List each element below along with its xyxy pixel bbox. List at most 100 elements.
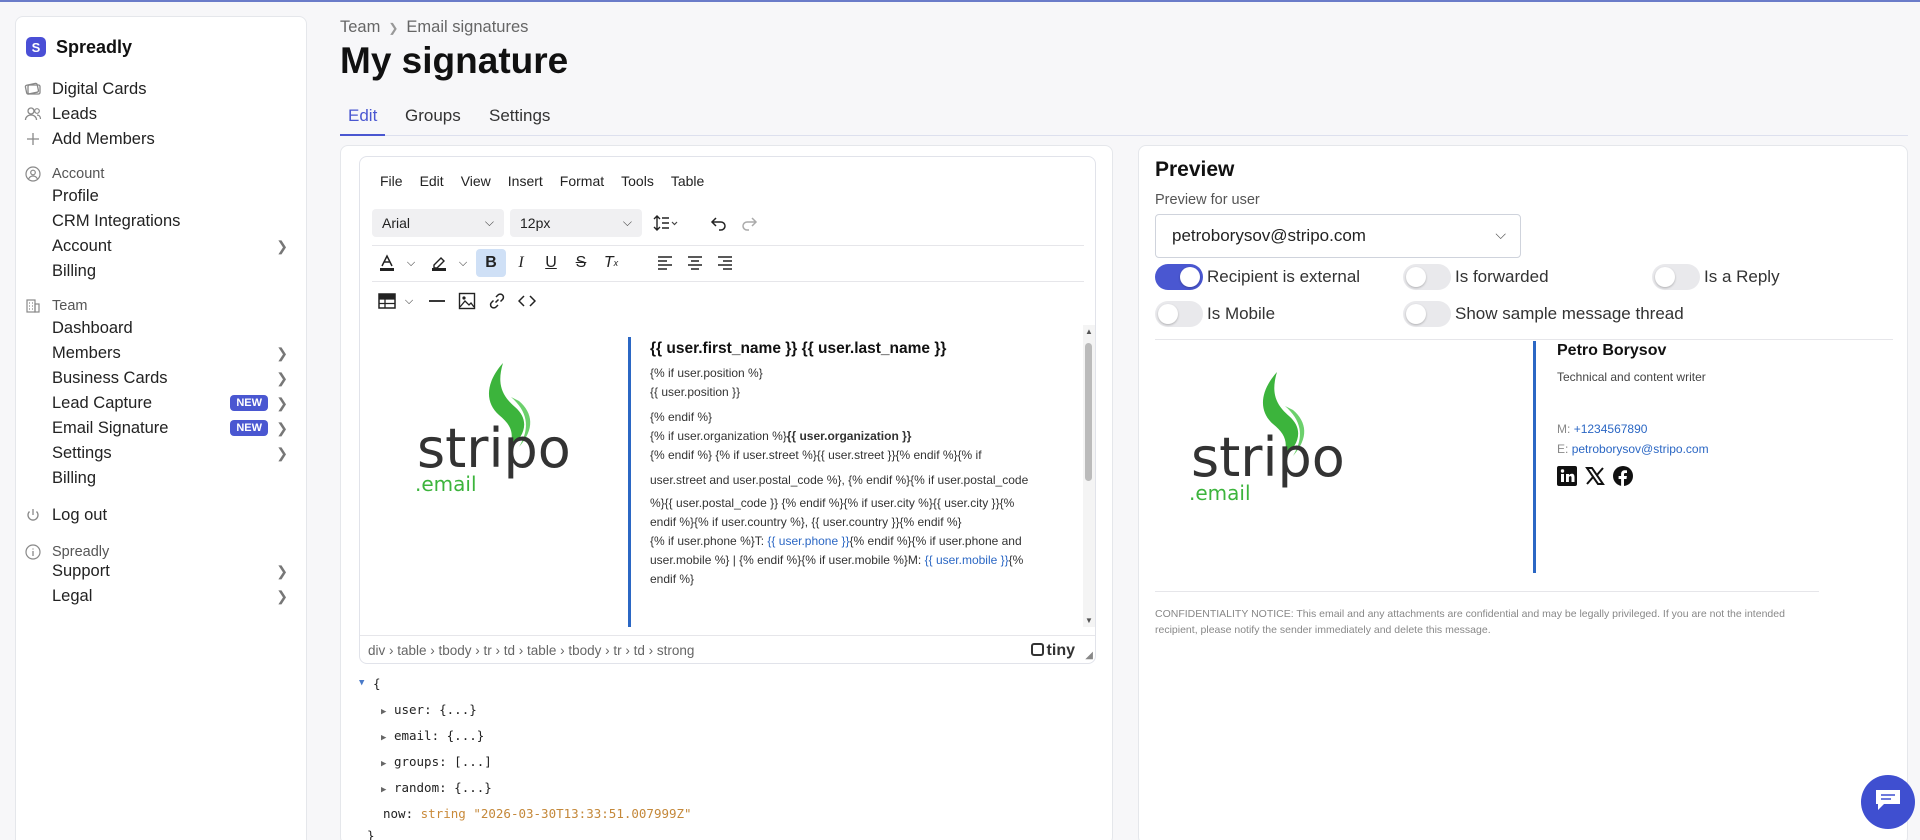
sidebar-item-profile[interactable]: Profile: [16, 182, 306, 210]
expand-triangle-icon[interactable]: ▶: [381, 785, 386, 795]
sidebar-item-legal[interactable]: Legal ❯: [16, 582, 306, 610]
menu-format[interactable]: Format: [560, 173, 604, 189]
sidebar-item-email-signature[interactable]: Email Signature NEW ❯: [16, 414, 306, 442]
mobile-label: M:: [1557, 422, 1571, 436]
template-link[interactable]: {{ user.mobile }}: [925, 553, 1009, 567]
expand-triangle-icon[interactable]: ▶: [381, 759, 386, 769]
sidebar-item-support[interactable]: Support ❯: [16, 557, 306, 585]
collapse-triangle-icon[interactable]: ▼: [359, 678, 364, 688]
italic-icon[interactable]: I: [506, 249, 536, 277]
chevron-right-icon: ❯: [276, 419, 288, 436]
sidebar-item-business-cards[interactable]: Business Cards ❯: [16, 364, 306, 392]
toggle-switch[interactable]: [1155, 264, 1203, 290]
tab-edit[interactable]: Edit: [340, 106, 386, 136]
preview-user-select[interactable]: petroborysov@stripo.com ⌵: [1155, 214, 1521, 258]
bold-icon[interactable]: B: [476, 249, 506, 277]
menu-table[interactable]: Table: [671, 173, 704, 189]
undo-icon[interactable]: [704, 209, 734, 237]
underline-icon[interactable]: U: [536, 249, 566, 277]
table-icon[interactable]: [372, 287, 402, 315]
toggle-switch[interactable]: [1652, 264, 1700, 290]
chevron-down-icon[interactable]: ⌵: [402, 249, 420, 277]
signature-divider: [1533, 341, 1536, 573]
menu-edit[interactable]: Edit: [420, 173, 444, 189]
scroll-down-icon[interactable]: ▼: [1085, 616, 1093, 625]
sidebar-item-account[interactable]: Account ❯: [16, 232, 306, 260]
text-color-icon[interactable]: [372, 249, 402, 277]
sidebar-item-crm-integrations[interactable]: CRM Integrations: [16, 207, 306, 235]
align-right-icon[interactable]: [710, 249, 740, 277]
menu-tools[interactable]: Tools: [621, 173, 654, 189]
element-path[interactable]: div › table › tbody › tr › td › table › …: [368, 643, 694, 658]
toggle-show-thread[interactable]: Show sample message thread: [1403, 301, 1684, 327]
editor-scrollbar[interactable]: ▲ ▼: [1083, 325, 1095, 627]
link-icon[interactable]: [482, 287, 512, 315]
scrollbar-thumb[interactable]: [1085, 343, 1092, 481]
chat-support-button[interactable]: [1861, 775, 1915, 829]
signature-template: {{ user.first_name }} {{ user.last_name …: [650, 339, 1070, 589]
sidebar-item-add-members[interactable]: Add Members: [16, 125, 306, 153]
align-center-icon[interactable]: [680, 249, 710, 277]
menu-view[interactable]: View: [461, 173, 491, 189]
image-icon[interactable]: [452, 287, 482, 315]
sidebar-item-dashboard[interactable]: Dashboard: [16, 314, 306, 342]
json-row-email[interactable]: ▶ email: {...}: [381, 728, 484, 743]
redo-icon[interactable]: [734, 209, 764, 237]
toggle-switch[interactable]: [1403, 301, 1451, 327]
power-icon: [24, 506, 42, 524]
toggle-is-mobile[interactable]: Is Mobile: [1155, 301, 1275, 327]
toggle-switch[interactable]: [1155, 301, 1203, 327]
toggle-is-reply[interactable]: Is a Reply: [1652, 264, 1780, 290]
toggle-is-forwarded[interactable]: Is forwarded: [1403, 264, 1549, 290]
horizontal-line-icon[interactable]: [422, 287, 452, 315]
align-left-icon[interactable]: [650, 249, 680, 277]
json-row-random[interactable]: ▶ random: {...}: [381, 780, 492, 795]
sidebar-item-billing[interactable]: Billing: [16, 257, 306, 285]
highlight-color-icon[interactable]: [424, 249, 454, 277]
toggle-label: Recipient is external: [1207, 267, 1361, 286]
email-link[interactable]: petroborysov@stripo.com: [1572, 442, 1709, 456]
sidebar-item-label: Business Cards: [52, 368, 168, 387]
brand[interactable]: S Spreadly: [26, 35, 132, 59]
expand-triangle-icon[interactable]: ▶: [381, 733, 386, 743]
chevron-down-icon[interactable]: ⌵: [454, 249, 472, 277]
json-value: {...}: [439, 702, 477, 717]
menu-file[interactable]: File: [380, 173, 403, 189]
expand-triangle-icon[interactable]: ▶: [381, 707, 386, 717]
scroll-up-icon[interactable]: ▲: [1085, 327, 1093, 336]
line-height-button[interactable]: [646, 209, 686, 237]
tab-settings[interactable]: Settings: [481, 106, 558, 136]
breadcrumb-team-link[interactable]: Team: [340, 18, 380, 37]
signature-divider: [628, 337, 631, 627]
json-row-user[interactable]: ▶ user: {...}: [381, 702, 477, 717]
editor-card: File Edit View Insert Format Tools Table…: [340, 145, 1113, 840]
chevron-down-icon[interactable]: ⌵: [402, 287, 416, 315]
toggle-recipient-external[interactable]: Recipient is external: [1155, 264, 1360, 290]
source-code-icon[interactable]: [512, 287, 542, 315]
menu-insert[interactable]: Insert: [508, 173, 543, 189]
sidebar-item-leads[interactable]: Leads: [16, 100, 306, 128]
strikethrough-icon[interactable]: S: [566, 249, 596, 277]
editor-content-area[interactable]: stripo .email {{ user.first_name }} {{ u…: [360, 325, 1083, 627]
template-link[interactable]: {{ user.phone }}: [767, 534, 849, 548]
preview-divider: [1155, 339, 1893, 340]
clear-formatting-icon[interactable]: Tx: [596, 249, 626, 277]
json-row-groups[interactable]: ▶ groups: [...]: [381, 754, 492, 769]
x-icon[interactable]: [1585, 466, 1605, 489]
facebook-icon[interactable]: [1613, 466, 1633, 489]
sidebar-item-logout[interactable]: Log out: [16, 501, 306, 529]
toolbar-row-2: ⌵ ⌵ B I U S Tx: [372, 249, 740, 277]
font-size-select[interactable]: 12px ⌵: [510, 209, 642, 237]
sidebar-item-members[interactable]: Members ❯: [16, 339, 306, 367]
toggle-switch[interactable]: [1403, 264, 1451, 290]
linkedin-icon[interactable]: [1557, 466, 1577, 489]
resize-handle-icon[interactable]: ◢: [1085, 650, 1093, 661]
mobile-link[interactable]: +1234567890: [1574, 422, 1648, 436]
sidebar-item-settings[interactable]: Settings ❯: [16, 439, 306, 467]
sidebar-item-lead-capture[interactable]: Lead Capture NEW ❯: [16, 389, 306, 417]
tab-groups[interactable]: Groups: [397, 106, 469, 136]
sidebar-item-team-billing[interactable]: Billing: [16, 464, 306, 492]
font-family-select[interactable]: Arial ⌵: [372, 209, 504, 237]
tiny-brand[interactable]: tiny: [1030, 642, 1075, 660]
sidebar-item-digital-cards[interactable]: Digital Cards: [16, 75, 306, 103]
